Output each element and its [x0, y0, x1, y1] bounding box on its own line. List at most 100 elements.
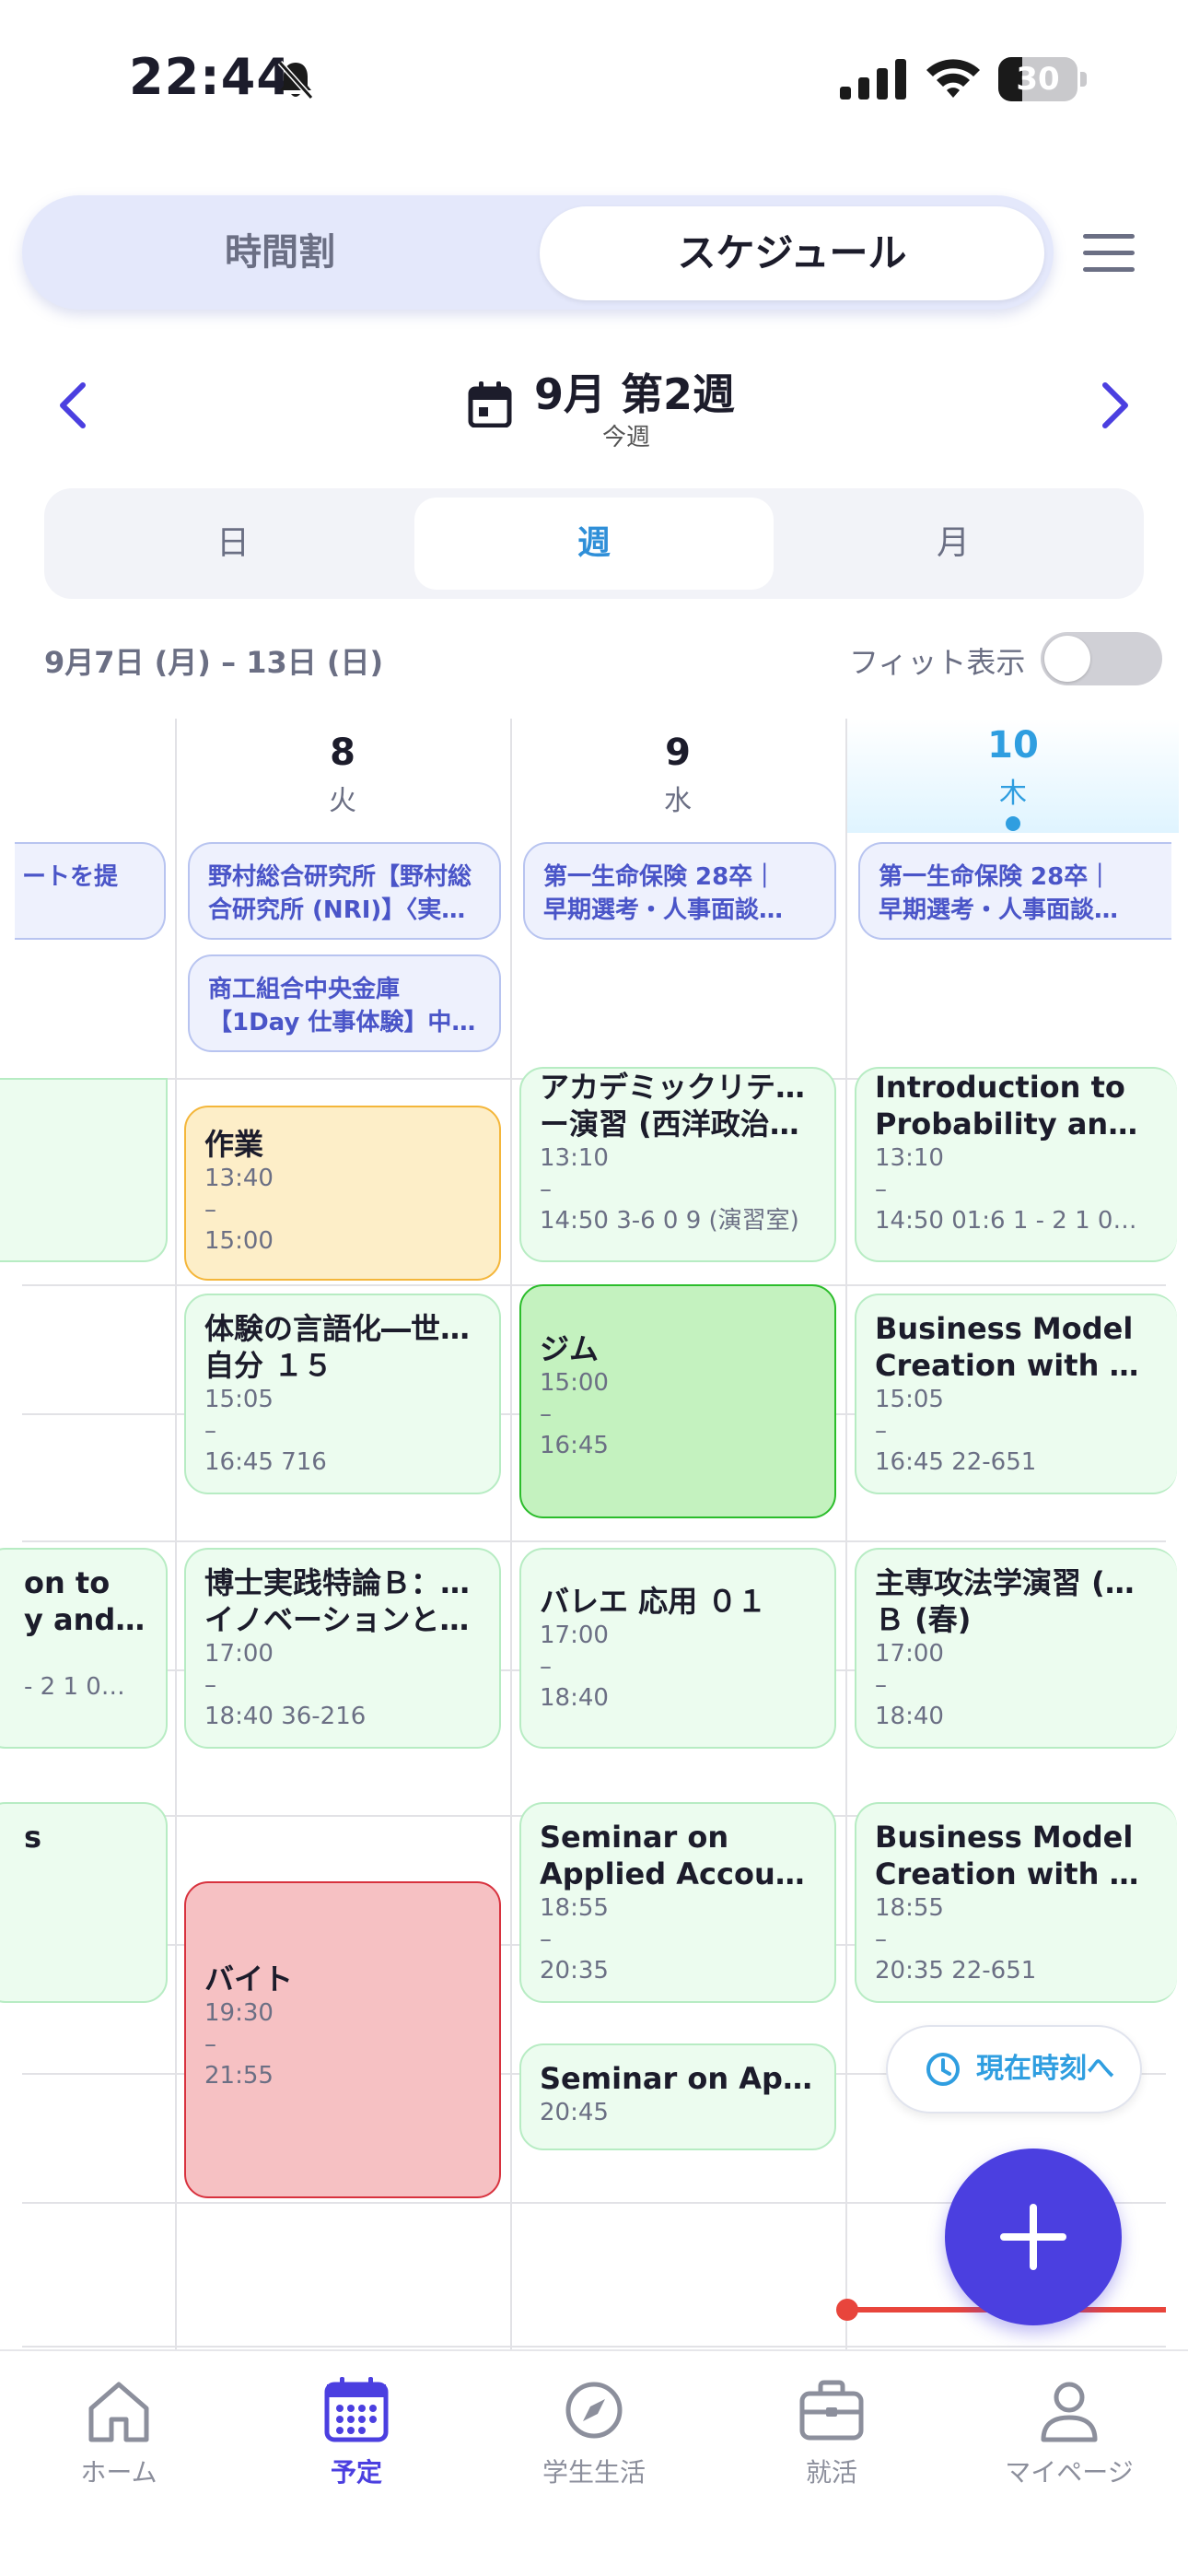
event-title: Ｂ (春) — [875, 1602, 972, 1637]
event-card[interactable]: アカデミックリテラシ ー演習 (西洋政治思… 13:10 – 14:50 3-6… — [519, 1067, 836, 1262]
battery-indicator: 30 — [998, 57, 1087, 101]
nav-home-label: ホーム — [80, 2457, 157, 2488]
event-title: 自分 １５ — [204, 1348, 333, 1383]
tab-timetable[interactable]: 時間割 — [22, 195, 538, 310]
event-title: Introduction to — [875, 1070, 1125, 1105]
allday-event-title: 野村総合研究所【野村総 — [208, 863, 472, 891]
event-start: 17:00 — [540, 1622, 609, 1649]
event-dash: – — [204, 2031, 216, 2058]
wifi-icon — [926, 59, 980, 98]
event-card[interactable]: 主専攻法学演習 (民法) Ｂ (春) 17:00 – 18:40 — [855, 1548, 1177, 1749]
event-end-location: 16:45 716 — [204, 1448, 327, 1476]
event-card[interactable]: Seminar on Applied Accounti… 18:55 – 20:… — [519, 1802, 836, 2003]
event-end: 16:45 — [540, 1432, 609, 1459]
event-card[interactable]: s — [0, 1802, 168, 2003]
compass-icon — [565, 2382, 623, 2439]
event-card-gym[interactable]: ジム 15:00 – 16:45 — [519, 1284, 836, 1518]
event-title: s — [24, 1820, 42, 1855]
event-card[interactable] — [0, 1078, 168, 1262]
event-title: Business Model — [875, 1820, 1134, 1855]
event-start: 15:05 — [204, 1386, 274, 1413]
day-header-wed[interactable]: 9 水 — [512, 719, 844, 833]
event-start: 18:55 — [540, 1894, 609, 1922]
event-card-work[interactable]: 作業 13:40 – 15:00 — [184, 1106, 501, 1281]
allday-event[interactable]: 第一生命保険 28卒｜ 早期選考・人事面談… — [858, 842, 1171, 940]
tab-month[interactable]: 月 — [774, 488, 1133, 599]
hamburger-menu-icon[interactable] — [1083, 232, 1135, 275]
event-end-location: 14:50 3-6 0 9 (演習室) — [540, 1207, 799, 1235]
event-dash: – — [540, 1400, 552, 1428]
event-title: Creation with AI… — [875, 1348, 1159, 1383]
tab-week[interactable]: 週 — [414, 498, 774, 590]
event-card[interactable]: Business Model Creation with AI… 15:05 –… — [855, 1294, 1177, 1494]
add-event-button[interactable] — [945, 2149, 1122, 2325]
event-end: 18:40 — [875, 1703, 944, 1730]
event-start: 20:45 — [540, 2099, 609, 2126]
nav-schedule[interactable]: 予定 — [238, 2373, 475, 2512]
allday-event-subtitle: 早期選考・人事面談… — [543, 896, 784, 924]
allday-event[interactable]: ートを提 — [15, 842, 166, 940]
week-title: 9月 第2週 — [534, 369, 736, 419]
event-title: 体験の言語化―世界と — [204, 1311, 481, 1346]
event-title: Applied Accounti… — [540, 1856, 816, 1891]
day-number: 10 — [987, 724, 1039, 767]
event-card[interactable]: Seminar on Appli… 20:45 — [519, 2043, 836, 2150]
event-card[interactable]: バレエ 応用 ０１ 17:00 – 18:40 — [519, 1548, 836, 1749]
event-title: ジム — [540, 1331, 600, 1366]
allday-event-title: 第一生命保険 28卒｜ — [543, 863, 777, 891]
event-end-location: 18:40 36-216 — [204, 1703, 367, 1730]
event-card[interactable]: Business Model Creation with AI… 18:55 –… — [855, 1802, 1177, 2003]
event-title: Business Model — [875, 1311, 1134, 1346]
jump-to-now-button[interactable]: 現在時刻へ — [886, 2025, 1142, 2113]
tab-schedule[interactable]: スケジュール — [540, 206, 1044, 300]
day-header-tue[interactable]: 8 火 — [177, 719, 508, 833]
event-card-job[interactable]: バイト 19:30 – 21:55 — [184, 1881, 501, 2198]
event-start: 18:55 — [875, 1894, 944, 1922]
day-number: 9 — [665, 732, 691, 774]
event-title: イノベーションとキ… — [204, 1602, 481, 1637]
nav-mypage[interactable]: マイページ — [950, 2373, 1188, 2512]
home-icon — [88, 2382, 149, 2442]
event-start: 19:30 — [204, 1999, 274, 2027]
event-dash: – — [875, 1176, 887, 1203]
allday-event-title: 商工組合中央金庫 — [208, 976, 401, 1003]
event-card[interactable]: on to y and S… - 2 1 0… — [0, 1548, 168, 1749]
nav-student-life[interactable]: 学生生活 — [475, 2373, 713, 2512]
event-dash: – — [204, 1196, 216, 1224]
weekday-label: 水 — [664, 785, 692, 817]
event-end-location: 16:45 22-651 — [875, 1448, 1037, 1476]
nav-home[interactable]: ホーム — [0, 2373, 238, 2512]
event-end: 20:35 — [540, 1957, 609, 1985]
calendar-grid-icon — [324, 2377, 389, 2442]
event-title: バイト — [204, 1961, 294, 1996]
allday-event-subtitle: 早期選考・人事面談… — [879, 896, 1119, 924]
event-dash: – — [540, 1176, 552, 1203]
chevron-left-icon[interactable] — [55, 380, 92, 431]
event-dash: – — [540, 1926, 552, 1953]
event-title: 博士実践特論Ｂ：産業 — [204, 1565, 481, 1600]
weekday-label: 木 — [999, 778, 1027, 810]
event-dash: – — [875, 1926, 887, 1953]
nav-schedule-label: 予定 — [330, 2457, 382, 2488]
event-title: 作業 — [204, 1127, 264, 1162]
allday-event-subtitle: 【1Day 仕事体験】中… — [208, 1009, 476, 1036]
current-time-dot — [836, 2299, 858, 2321]
day-header-thu-today[interactable]: 10 木 — [847, 719, 1179, 833]
nav-job-hunting[interactable]: 就活 — [713, 2373, 950, 2512]
bell-muted-icon — [277, 60, 314, 100]
event-card[interactable]: 体験の言語化―世界と 自分 １５ 15:05 – 16:45 716 — [184, 1294, 501, 1494]
event-start: 15:05 — [875, 1386, 944, 1413]
event-title: y and S… — [24, 1602, 147, 1637]
allday-event[interactable]: 野村総合研究所【野村総 合研究所 (NRI)】〈実… — [188, 842, 501, 940]
fit-view-toggle[interactable] — [1041, 632, 1162, 685]
chevron-right-icon[interactable] — [1096, 380, 1133, 431]
event-card[interactable]: Introduction to Probability and S… 13:10… — [855, 1067, 1177, 1262]
event-title: アカデミックリテラシ — [540, 1070, 816, 1105]
event-card[interactable]: 博士実践特論Ｂ：産業 イノベーションとキ… 17:00 – 18:40 36-2… — [184, 1548, 501, 1749]
bottom-navigation: ホーム 予定 学生生活 就活 マイページ — [0, 2349, 1188, 2576]
fit-view-label: フィット表示 — [849, 645, 1026, 680]
allday-event[interactable]: 商工組合中央金庫 【1Day 仕事体験】中… — [188, 954, 501, 1052]
tab-day[interactable]: 日 — [53, 488, 413, 599]
plus-icon — [1000, 2204, 1066, 2270]
allday-event[interactable]: 第一生命保険 28卒｜ 早期選考・人事面談… — [523, 842, 836, 940]
